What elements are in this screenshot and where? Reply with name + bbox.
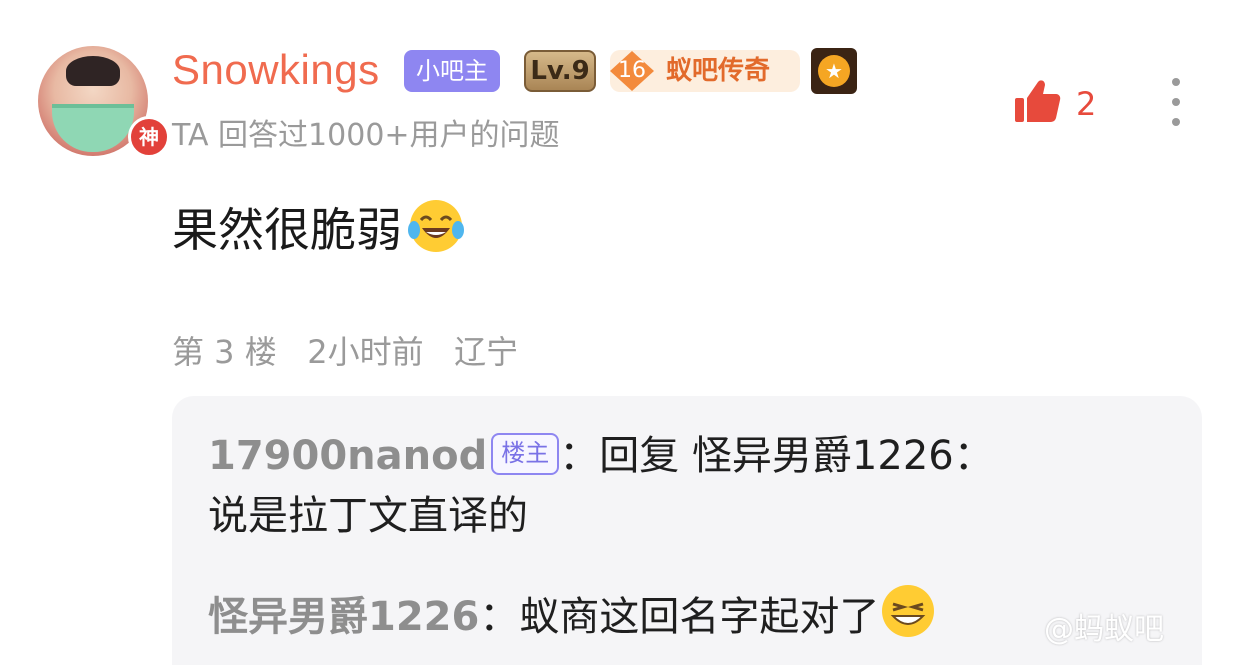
admin-tag: 小吧主 (404, 50, 500, 92)
reply-item[interactable]: 17900nanod 楼主 ：回复 怪异男爵1226： 说是拉丁文直译的 (208, 426, 1168, 546)
comment-content: 果然很脆弱 (172, 196, 466, 260)
avatar-mask-shape (52, 104, 134, 152)
watermark: @蚂蚁吧 (1044, 612, 1164, 647)
reply-item[interactable]: 怪异男爵1226：蚁商这回名字起对了 (208, 582, 1168, 647)
reply-separator: ： (479, 594, 520, 640)
tears-of-joy-emoji-icon (408, 200, 464, 252)
more-vertical-icon[interactable] (1160, 76, 1192, 128)
reply-author[interactable]: 17900nanod (208, 433, 487, 479)
comment-text: 果然很脆弱 (172, 203, 402, 257)
reply-text: 蚁商这回名字起对了 (519, 594, 880, 640)
level-tag: Lv.9 (524, 50, 596, 92)
legend-title: 蚁吧传奇 (666, 56, 771, 86)
reply-text-line1: 回复 怪异男爵1226： (599, 433, 994, 479)
reply-author[interactable]: 怪异男爵1226 (208, 594, 479, 640)
comment-card: 神 Snowkings 小吧主 Lv.9 16 蚁吧传奇 ★ TA 回答过100… (0, 0, 1242, 665)
user-subtitle: TA 回答过1000+用户的问题 (172, 118, 560, 153)
reply-separator: ： (559, 433, 600, 479)
avatar-hair-shape (66, 56, 120, 86)
avatar-badge: 神 (128, 116, 170, 158)
medal-icon: ★ (811, 48, 857, 94)
avatar[interactable]: 神 (38, 46, 170, 158)
grinning-emoji-icon (882, 585, 935, 637)
legend-level-number: 16 (610, 51, 654, 91)
username[interactable]: Snowkings (172, 44, 380, 96)
like-count[interactable]: 2 (1076, 82, 1096, 126)
op-tag: 楼主 (491, 433, 560, 475)
legend-tag: 16 蚁吧传奇 (610, 50, 800, 92)
reply-text-line2: 说是拉丁文直译的 (208, 493, 528, 539)
comment-meta: 第 3 楼 2小时前 辽宁 (172, 333, 519, 371)
thumbs-up-icon[interactable] (1012, 78, 1062, 128)
star-icon: ★ (818, 55, 850, 87)
